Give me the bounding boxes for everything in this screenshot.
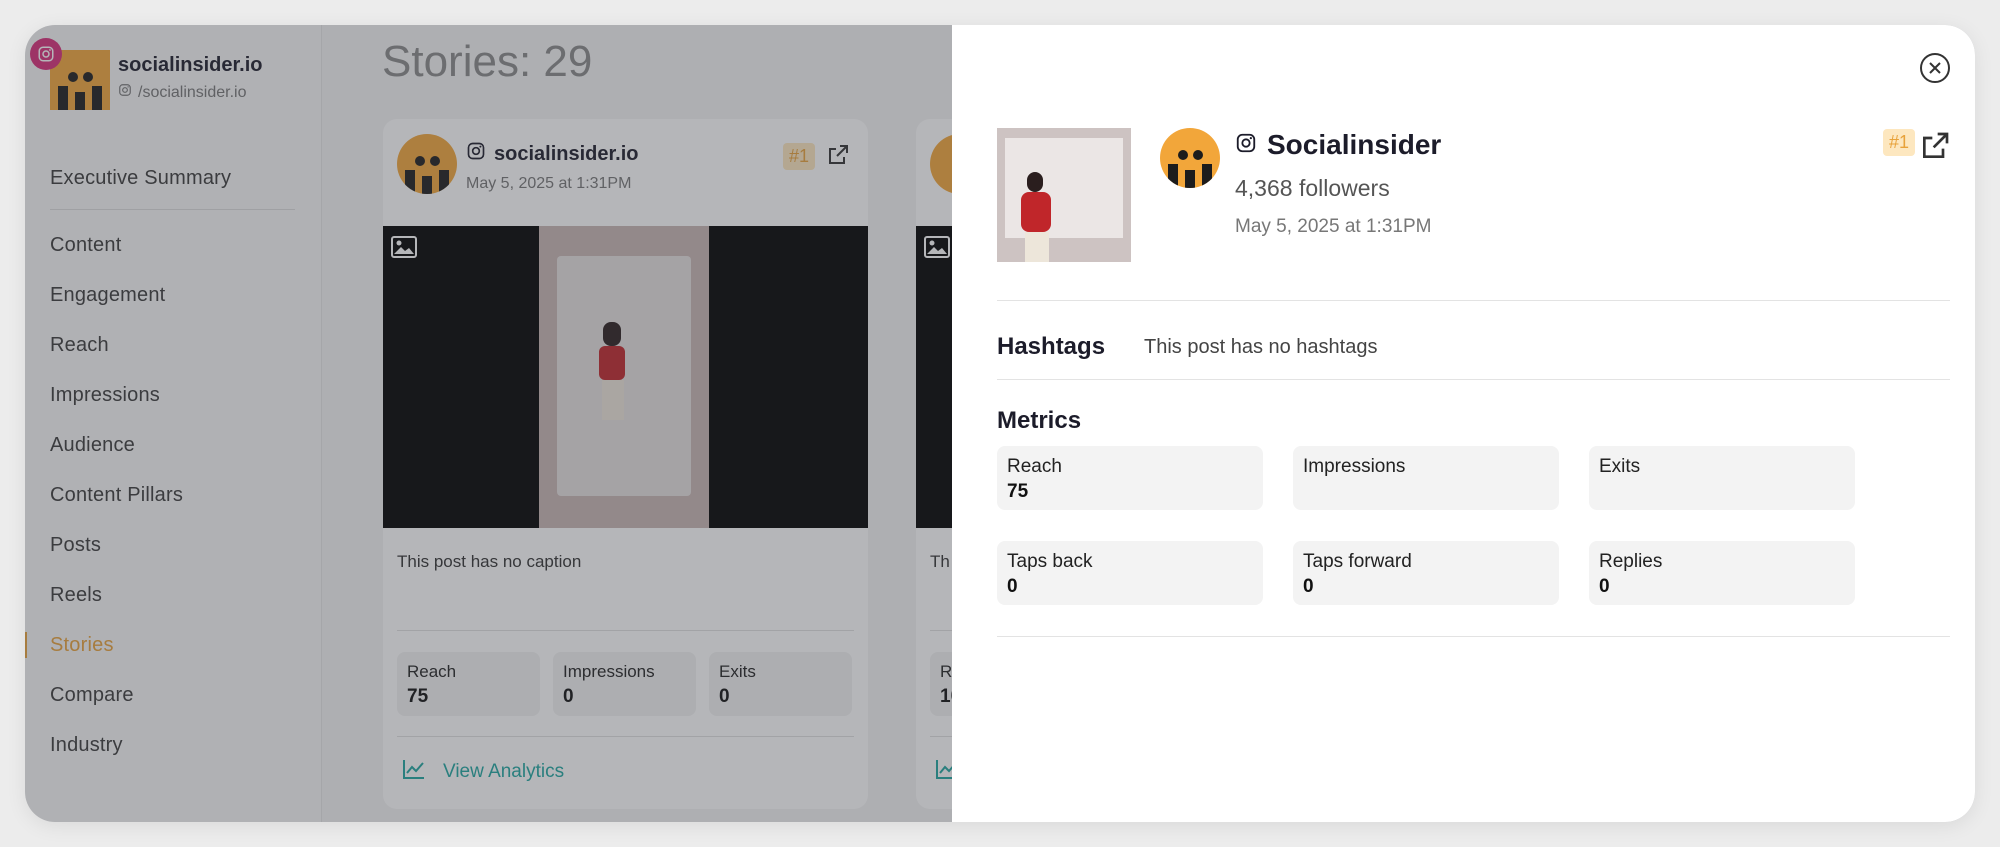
metric-label: Taps back xyxy=(1007,551,1093,572)
external-link-icon[interactable] xyxy=(1919,130,1951,167)
metric-value: 0 xyxy=(1599,576,1610,597)
panel-divider xyxy=(997,300,1950,301)
metric-value: 0 xyxy=(1007,576,1018,597)
panel-metric-taps-forward: Taps forward 0 xyxy=(1293,541,1559,605)
panel-divider xyxy=(997,636,1950,637)
metric-label: Impressions xyxy=(1303,456,1406,477)
post-date: May 5, 2025 at 1:31PM xyxy=(1235,216,1432,237)
panel-account: Socialinsider xyxy=(1235,129,1441,161)
metrics-heading: Metrics xyxy=(997,407,1082,434)
metric-value: 75 xyxy=(1007,481,1029,502)
panel-metric-impressions: Impressions xyxy=(1293,446,1559,510)
panel-divider xyxy=(997,379,1950,380)
hashtags-heading: Hashtags xyxy=(997,333,1106,360)
avatar xyxy=(1160,128,1220,188)
metric-label: Exits xyxy=(1599,456,1641,477)
rank-badge: #1 xyxy=(1882,129,1915,156)
panel-metric-exits: Exits xyxy=(1589,446,1855,510)
metric-value: 0 xyxy=(1303,576,1314,597)
metric-label: Replies xyxy=(1599,551,1663,572)
panel-metric-reach: Reach 75 xyxy=(997,446,1263,510)
story-detail-panel: Socialinsider 4,368 followers May 5, 202… xyxy=(952,25,1975,822)
panel-metric-replies: Replies 0 xyxy=(1589,541,1855,605)
hashtags-text: This post has no hashtags xyxy=(1144,336,1378,358)
metric-label: Reach xyxy=(1007,456,1062,477)
close-icon[interactable] xyxy=(1920,53,1950,83)
story-thumbnail[interactable] xyxy=(997,128,1131,262)
follower-count: 4,368 followers xyxy=(1235,175,1390,201)
panel-account-name: Socialinsider xyxy=(1267,129,1442,160)
panel-metric-taps-back: Taps back 0 xyxy=(997,541,1263,605)
metric-label: Taps forward xyxy=(1303,551,1412,572)
instagram-icon xyxy=(1235,129,1257,161)
